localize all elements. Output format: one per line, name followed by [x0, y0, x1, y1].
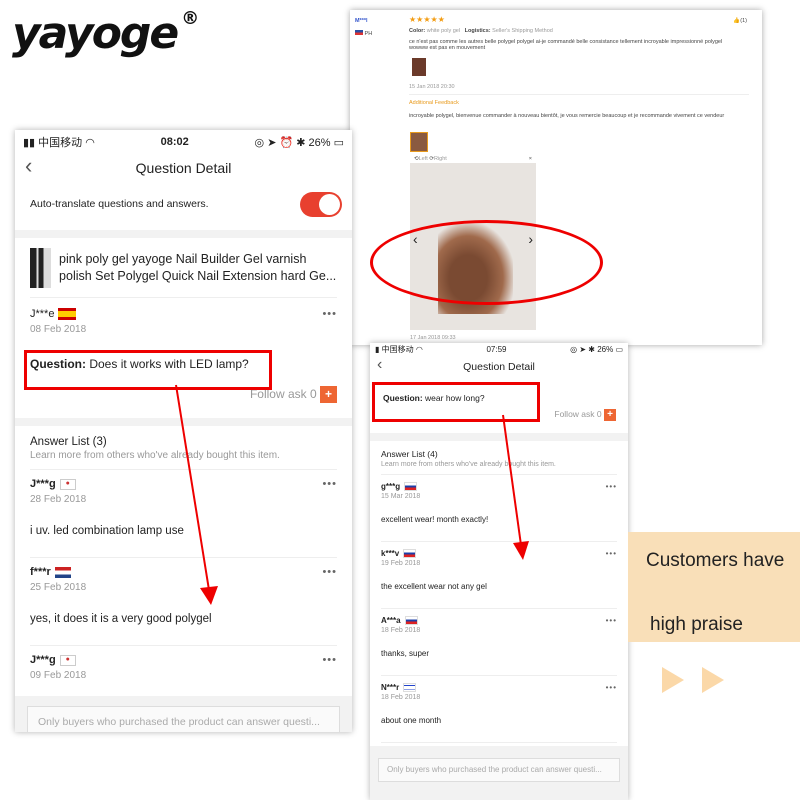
red-arrow-line — [502, 414, 522, 546]
red-arrowhead — [200, 586, 218, 605]
promo-line-1: Customers have — [646, 550, 785, 571]
red-arrowhead — [513, 541, 529, 560]
play-arrow-icon — [662, 667, 684, 693]
play-arrow-icon — [702, 667, 724, 693]
promo-line-2: high praise — [650, 614, 743, 635]
promo-banner: Customers have high praise — [628, 532, 800, 642]
red-arrow-line — [175, 384, 210, 591]
